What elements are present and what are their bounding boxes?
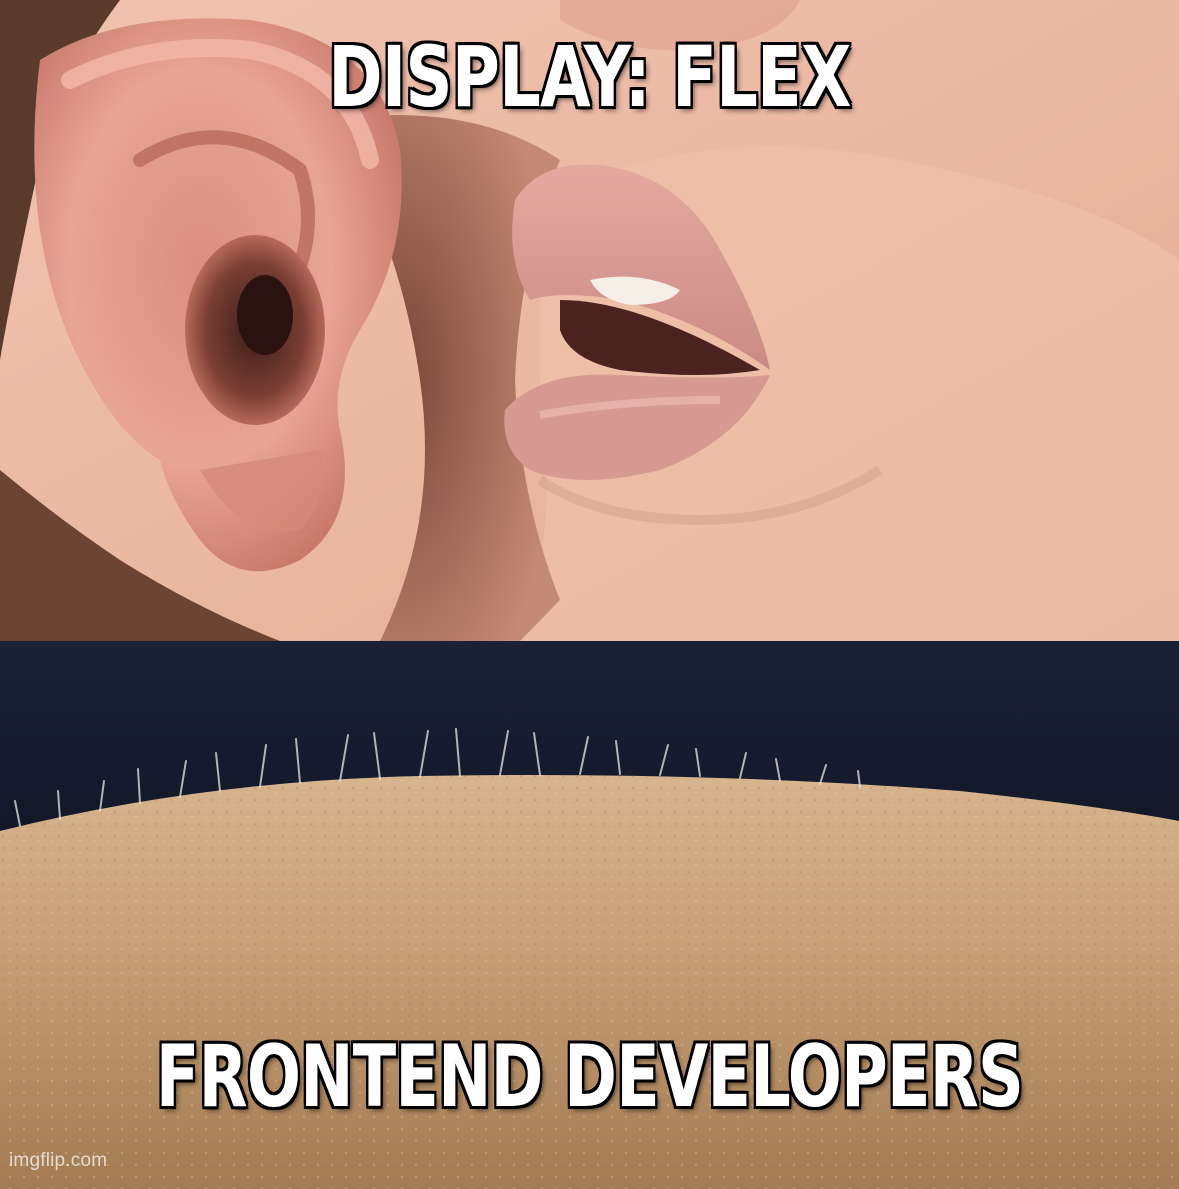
imgflip-watermark: imgflip.com <box>9 1150 108 1171</box>
bottom-caption: FRONTEND DEVELOPERS <box>155 1026 1025 1129</box>
meme-image: DISPLAY: FLEX FRONTEND DEVELOPERS imgfli… <box>0 0 1179 1189</box>
top-caption: DISPLAY: FLEX <box>327 27 853 128</box>
